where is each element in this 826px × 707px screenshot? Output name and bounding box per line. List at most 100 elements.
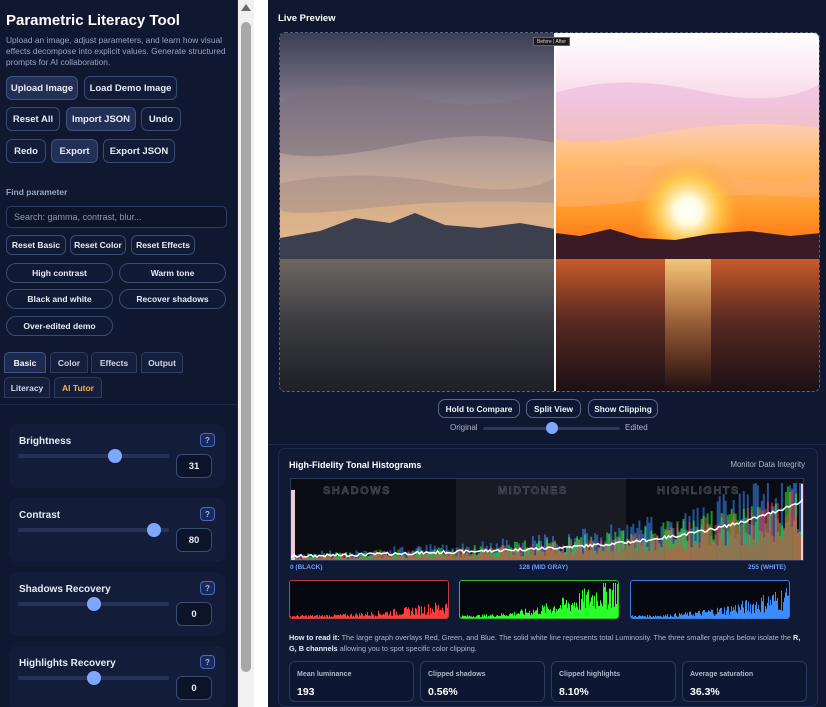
show-clipping-button[interactable]: Show Clipping: [588, 399, 658, 418]
channel-bar: [786, 587, 787, 618]
scrollbar-thumb[interactable]: [241, 22, 251, 672]
channel-bar: [654, 616, 655, 618]
tab-basic[interactable]: Basic: [4, 352, 46, 373]
slider-thumb[interactable]: [86, 671, 101, 685]
scroll-up-arrow-icon[interactable]: [241, 4, 251, 11]
channel-bar: [757, 608, 758, 618]
channel-bar: [513, 615, 514, 618]
tab-output[interactable]: Output: [141, 352, 183, 373]
highlights-recovery-value-input[interactable]: 0: [176, 676, 212, 700]
red-bar: [594, 552, 597, 560]
channel-bar: [349, 616, 350, 618]
help-icon[interactable]: ?: [200, 507, 215, 521]
help-icon[interactable]: ?: [200, 581, 215, 595]
contrast-value-input[interactable]: 80: [176, 528, 212, 552]
preset-over-edited-demo[interactable]: Over-edited demo: [6, 316, 113, 336]
red-bar: [455, 557, 458, 560]
import-json-button[interactable]: Import JSON: [66, 107, 136, 131]
red-bar: [780, 538, 783, 560]
image-preview[interactable]: Before | After: [279, 32, 820, 392]
shadows-recovery-slider[interactable]: [18, 597, 169, 611]
red-bar: [746, 507, 749, 560]
channel-bar: [322, 615, 323, 618]
search-input[interactable]: [7, 207, 226, 227]
red-bar: [772, 536, 775, 560]
channel-bar: [693, 614, 694, 618]
red-bar: [469, 556, 472, 560]
channel-bar: [679, 612, 680, 618]
shadows-recovery-value-input[interactable]: 0: [176, 602, 212, 626]
tab-effects[interactable]: Effects: [91, 352, 137, 373]
red-bar: [499, 547, 502, 560]
channel-bar: [311, 616, 312, 618]
tab-literacy[interactable]: Literacy: [4, 377, 50, 398]
export-button[interactable]: Export: [51, 139, 98, 163]
red-bar: [409, 555, 412, 560]
slider-thumb[interactable]: [107, 449, 122, 463]
upload-image-button[interactable]: Upload Image: [6, 76, 78, 100]
channel-bar: [532, 614, 533, 618]
redo-button[interactable]: Redo: [6, 139, 46, 163]
channel-bar: [374, 616, 375, 618]
channel-bar: [540, 614, 541, 618]
load-demo-image-button[interactable]: Load Demo Image: [84, 76, 177, 100]
channel-bar: [350, 614, 351, 618]
red-bar: [505, 552, 508, 560]
channel-bar: [594, 595, 595, 618]
reset-effects-button[interactable]: Reset Effects: [131, 235, 195, 255]
compare-slider[interactable]: [483, 422, 620, 434]
reset-basic-button[interactable]: Reset Basic: [6, 235, 66, 255]
channel-bar: [722, 614, 723, 618]
undo-button[interactable]: Undo: [141, 107, 181, 131]
channel-bar: [471, 616, 472, 618]
red-bar: [533, 554, 536, 560]
channel-bar: [739, 607, 740, 618]
red-bar: [523, 556, 526, 560]
channel-bar: [696, 613, 697, 618]
slider-thumb[interactable]: [86, 597, 101, 611]
preset-black-and-white[interactable]: Black and white: [6, 289, 113, 309]
channel-bar: [636, 617, 637, 618]
slider-thumb[interactable]: [146, 523, 161, 537]
channel-bar: [377, 616, 378, 618]
channel-bar: [716, 614, 717, 618]
channel-bar: [416, 608, 417, 618]
channel-bar: [639, 615, 640, 618]
contrast-slider[interactable]: [18, 523, 169, 537]
channel-bar: [394, 608, 395, 618]
channel-bar: [401, 614, 402, 618]
highlights-recovery-slider[interactable]: [18, 671, 169, 685]
reset-all-button[interactable]: Reset All: [6, 107, 60, 131]
channel-bar: [766, 608, 767, 618]
preset-warm-tone[interactable]: Warm tone: [119, 263, 226, 283]
channel-bar: [390, 611, 391, 618]
preset-recover-shadows[interactable]: Recover shadows: [119, 289, 226, 309]
tab-ai-tutor[interactable]: AI Tutor: [54, 377, 102, 398]
hold-to-compare-button[interactable]: Hold to Compare: [438, 399, 520, 418]
help-icon[interactable]: ?: [200, 433, 215, 447]
red-bar: [550, 543, 552, 560]
preset-high-contrast[interactable]: High contrast: [6, 263, 113, 283]
channel-bar: [576, 602, 577, 618]
channel-bar: [780, 609, 781, 618]
red-bar: [355, 558, 358, 560]
red-bar: [698, 542, 701, 560]
split-view-button[interactable]: Split View: [526, 399, 581, 418]
channel-bar: [590, 601, 591, 618]
help-icon[interactable]: ?: [200, 655, 215, 669]
red-bar: [720, 539, 723, 560]
combined-histogram: SHADOWS MIDTONES HIGHLIGHTS: [290, 478, 804, 561]
brightness-slider[interactable]: [18, 449, 169, 463]
brightness-value-input[interactable]: 31: [176, 454, 212, 478]
channel-bar: [344, 614, 345, 618]
channel-bar: [764, 612, 765, 618]
channel-bar: [714, 615, 715, 618]
channel-bar: [604, 587, 605, 618]
red-bar: [433, 553, 436, 560]
sidebar-scrollbar[interactable]: [238, 0, 254, 707]
export-json-button[interactable]: Export JSON: [103, 139, 175, 163]
tab-color[interactable]: Color: [50, 352, 88, 373]
howto-text: The large graph overlays Red, Green, and…: [341, 633, 792, 642]
compare-slider-thumb[interactable]: [545, 422, 558, 434]
reset-color-button[interactable]: Reset Color: [70, 235, 126, 255]
